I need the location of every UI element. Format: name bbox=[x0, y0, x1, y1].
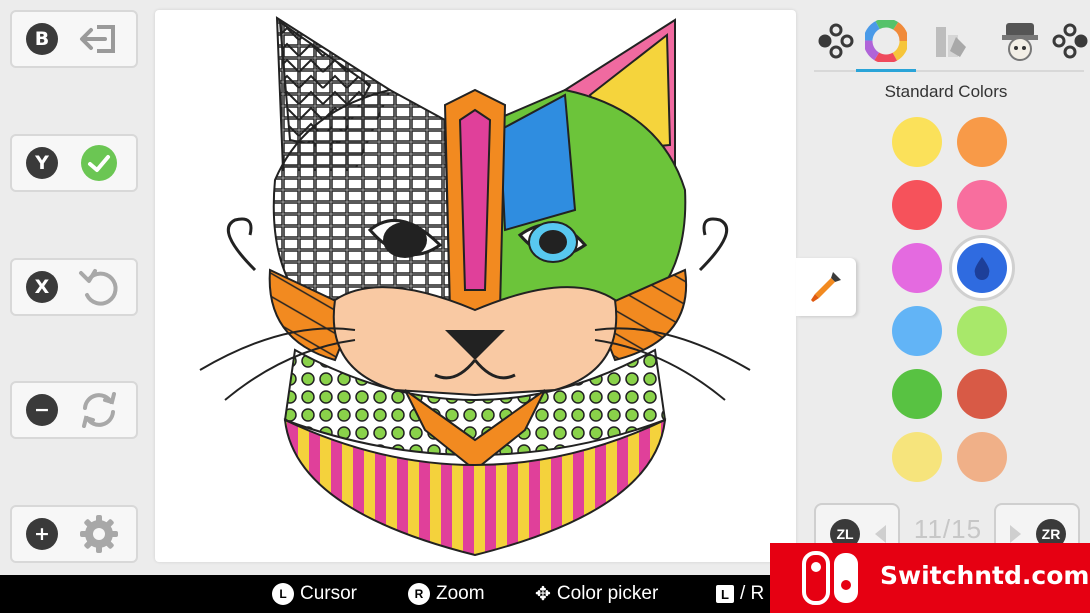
site-watermark: Switchntd.com bbox=[770, 543, 1090, 613]
undo-control[interactable]: X bbox=[10, 258, 138, 316]
color-swatch[interactable] bbox=[892, 243, 942, 293]
palette-nav-left-icon[interactable] bbox=[808, 14, 864, 68]
settings-control[interactable]: + bbox=[10, 505, 138, 563]
back-control[interactable]: B bbox=[10, 10, 138, 68]
x-button-badge: X bbox=[26, 271, 58, 303]
color-panel: Standard Colors ZL 11/15 ZR bbox=[808, 0, 1090, 575]
reset-control[interactable]: − bbox=[10, 381, 138, 439]
hint-label: / R bbox=[740, 583, 765, 604]
color-swatch[interactable] bbox=[957, 243, 1007, 293]
right-stick-icon: R bbox=[408, 583, 430, 605]
confirm-check-icon[interactable] bbox=[76, 140, 122, 186]
color-swatch[interactable] bbox=[957, 369, 1007, 419]
hint-cursor: L Cursor bbox=[272, 575, 357, 613]
plus-button-badge: + bbox=[26, 518, 58, 550]
coloring-canvas[interactable] bbox=[155, 10, 796, 562]
color-swatch[interactable] bbox=[892, 180, 942, 230]
undo-icon[interactable] bbox=[76, 264, 122, 310]
character-icon[interactable] bbox=[992, 14, 1048, 68]
cat-artwork bbox=[199, 16, 751, 557]
watermark-text: Switchntd.com bbox=[880, 561, 1090, 590]
color-swatch[interactable] bbox=[957, 117, 1007, 167]
exit-icon[interactable] bbox=[76, 16, 122, 62]
l-button-icon: L bbox=[716, 585, 734, 603]
color-swatch[interactable] bbox=[892, 369, 942, 419]
y-button-badge: Y bbox=[26, 147, 58, 179]
color-swatch[interactable] bbox=[957, 180, 1007, 230]
chevron-right-icon bbox=[1010, 525, 1021, 543]
color-swatch[interactable] bbox=[892, 432, 942, 482]
b-button-badge: B bbox=[26, 23, 58, 55]
panel-tabs bbox=[814, 14, 1088, 72]
hint-zoom: R Zoom bbox=[408, 575, 485, 613]
hint-label: Zoom bbox=[436, 583, 485, 604]
hint-label: Cursor bbox=[300, 583, 358, 604]
page-indicator: 11/15 bbox=[913, 514, 983, 544]
gradient-icon[interactable] bbox=[922, 14, 978, 68]
color-swatch[interactable] bbox=[957, 432, 1007, 482]
hint-lr: L / R bbox=[716, 575, 764, 613]
color-swatch[interactable] bbox=[892, 306, 942, 356]
reset-icon[interactable] bbox=[76, 387, 122, 433]
settings-gear-icon[interactable] bbox=[76, 511, 122, 557]
color-swatch[interactable] bbox=[892, 117, 942, 167]
switch-logo-icon bbox=[802, 551, 858, 605]
color-wheel-icon[interactable] bbox=[858, 14, 914, 68]
dpad-icon: ✥ bbox=[535, 583, 551, 605]
left-stick-icon: L bbox=[272, 583, 294, 605]
color-swatch[interactable] bbox=[957, 306, 1007, 356]
confirm-control[interactable]: Y bbox=[10, 134, 138, 192]
palette-nav-right-icon[interactable] bbox=[1042, 14, 1090, 68]
drop-icon bbox=[974, 257, 990, 280]
minus-button-badge: − bbox=[26, 394, 58, 426]
hint-color-picker: ✥ Color picker bbox=[535, 575, 658, 613]
hint-label: Color picker bbox=[556, 583, 659, 604]
active-tab-indicator bbox=[856, 69, 916, 72]
chevron-left-icon bbox=[875, 525, 886, 543]
palette-title: Standard Colors bbox=[884, 82, 1008, 101]
